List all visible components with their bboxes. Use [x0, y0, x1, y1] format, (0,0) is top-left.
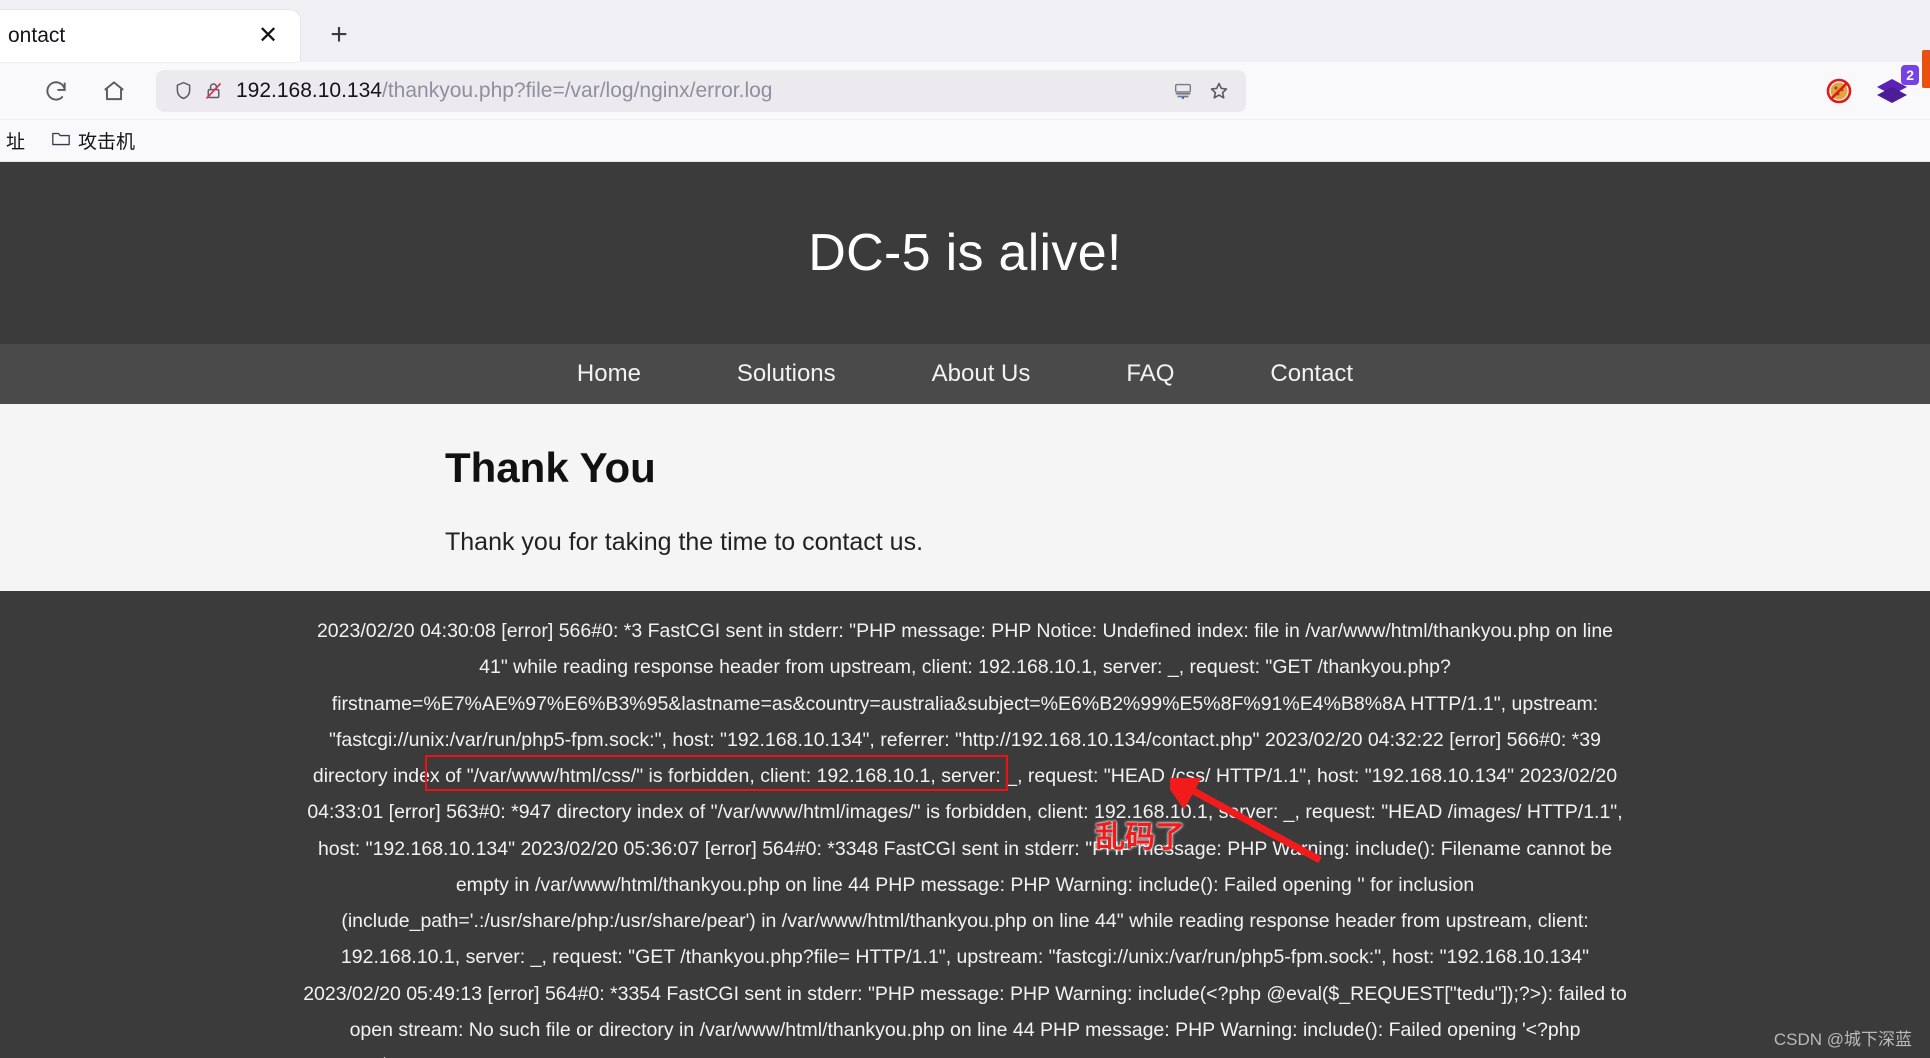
insecure-lock-icon[interactable]: [198, 78, 228, 104]
tab-title: ontact: [8, 24, 66, 47]
bookmark-item-0[interactable]: 址: [0, 123, 31, 158]
watermark: CSDN @城下深蓝: [1773, 1030, 1912, 1049]
tab-strip: ontact ✕ +: [0, 0, 1930, 62]
edge-panel-indicator[interactable]: [1922, 50, 1930, 88]
nav-item-about-us[interactable]: About Us: [884, 360, 1079, 388]
nginx-error-log-output: 2023/02/20 04:30:08 [error] 566#0: *3 Fa…: [0, 591, 1930, 1058]
nav-item-home[interactable]: Home: [529, 360, 689, 388]
content-paragraph: Thank you for taking the time to contact…: [445, 528, 924, 556]
extension-badge-count: 2: [1901, 64, 1919, 85]
layers-extension-icon[interactable]: 2: [1872, 64, 1919, 108]
nav-item-faq[interactable]: FAQ: [1078, 360, 1222, 388]
reload-icon[interactable]: [34, 69, 78, 113]
new-tab-icon[interactable]: +: [316, 12, 362, 58]
no-cookie-extension-icon[interactable]: [1822, 74, 1856, 108]
content-section: Thank You Thank you for taking the time …: [0, 404, 1930, 591]
url-bar[interactable]: 192.168.10.134/thankyou.php?file=/var/lo…: [156, 69, 1246, 112]
content-heading: Thank You: [445, 444, 656, 491]
hero-banner: DC-5 is alive!: [0, 162, 1930, 344]
site-nav: Home Solutions About Us FAQ Contact: [0, 344, 1930, 404]
nav-item-solutions[interactable]: Solutions: [689, 360, 884, 388]
folder-icon: [51, 129, 71, 153]
log-text: 2023/02/20 04:30:08 [error] 566#0: *3 Fa…: [303, 620, 1627, 1058]
browser-chrome: ontact ✕ + 192.168.10.134/thankyou.php?f…: [0, 0, 1930, 162]
bookmarks-toolbar: 址 攻击机: [0, 120, 1930, 162]
url-bar-actions: [1168, 78, 1234, 104]
bookmark-label-0: 址: [6, 132, 26, 153]
bookmark-star-icon[interactable]: [1204, 78, 1234, 104]
page-viewport: DC-5 is alive! Home Solutions About Us F…: [0, 162, 1930, 1058]
reader-view-icon[interactable]: [1168, 78, 1198, 104]
url-path: /thankyou.php?file=/var/log/nginx/error.…: [381, 78, 773, 102]
page-title: DC-5 is alive!: [808, 224, 1122, 282]
url-host: 192.168.10.134: [236, 78, 382, 102]
home-icon[interactable]: [92, 69, 136, 113]
annotation-note: 乱码了: [1095, 821, 1185, 854]
url-text[interactable]: 192.168.10.134/thankyou.php?file=/var/lo…: [236, 79, 1168, 103]
close-icon[interactable]: ✕: [248, 16, 288, 56]
navigation-toolbar: 192.168.10.134/thankyou.php?file=/var/lo…: [0, 50, 1930, 120]
nav-item-contact[interactable]: Contact: [1222, 360, 1401, 388]
browser-tab[interactable]: ontact ✕: [0, 10, 300, 62]
shield-icon[interactable]: [168, 78, 198, 104]
bookmark-item-1[interactable]: 攻击机: [45, 123, 141, 158]
bookmark-label-1: 攻击机: [78, 132, 136, 153]
toolbar-extensions: 2: [1822, 64, 1919, 108]
